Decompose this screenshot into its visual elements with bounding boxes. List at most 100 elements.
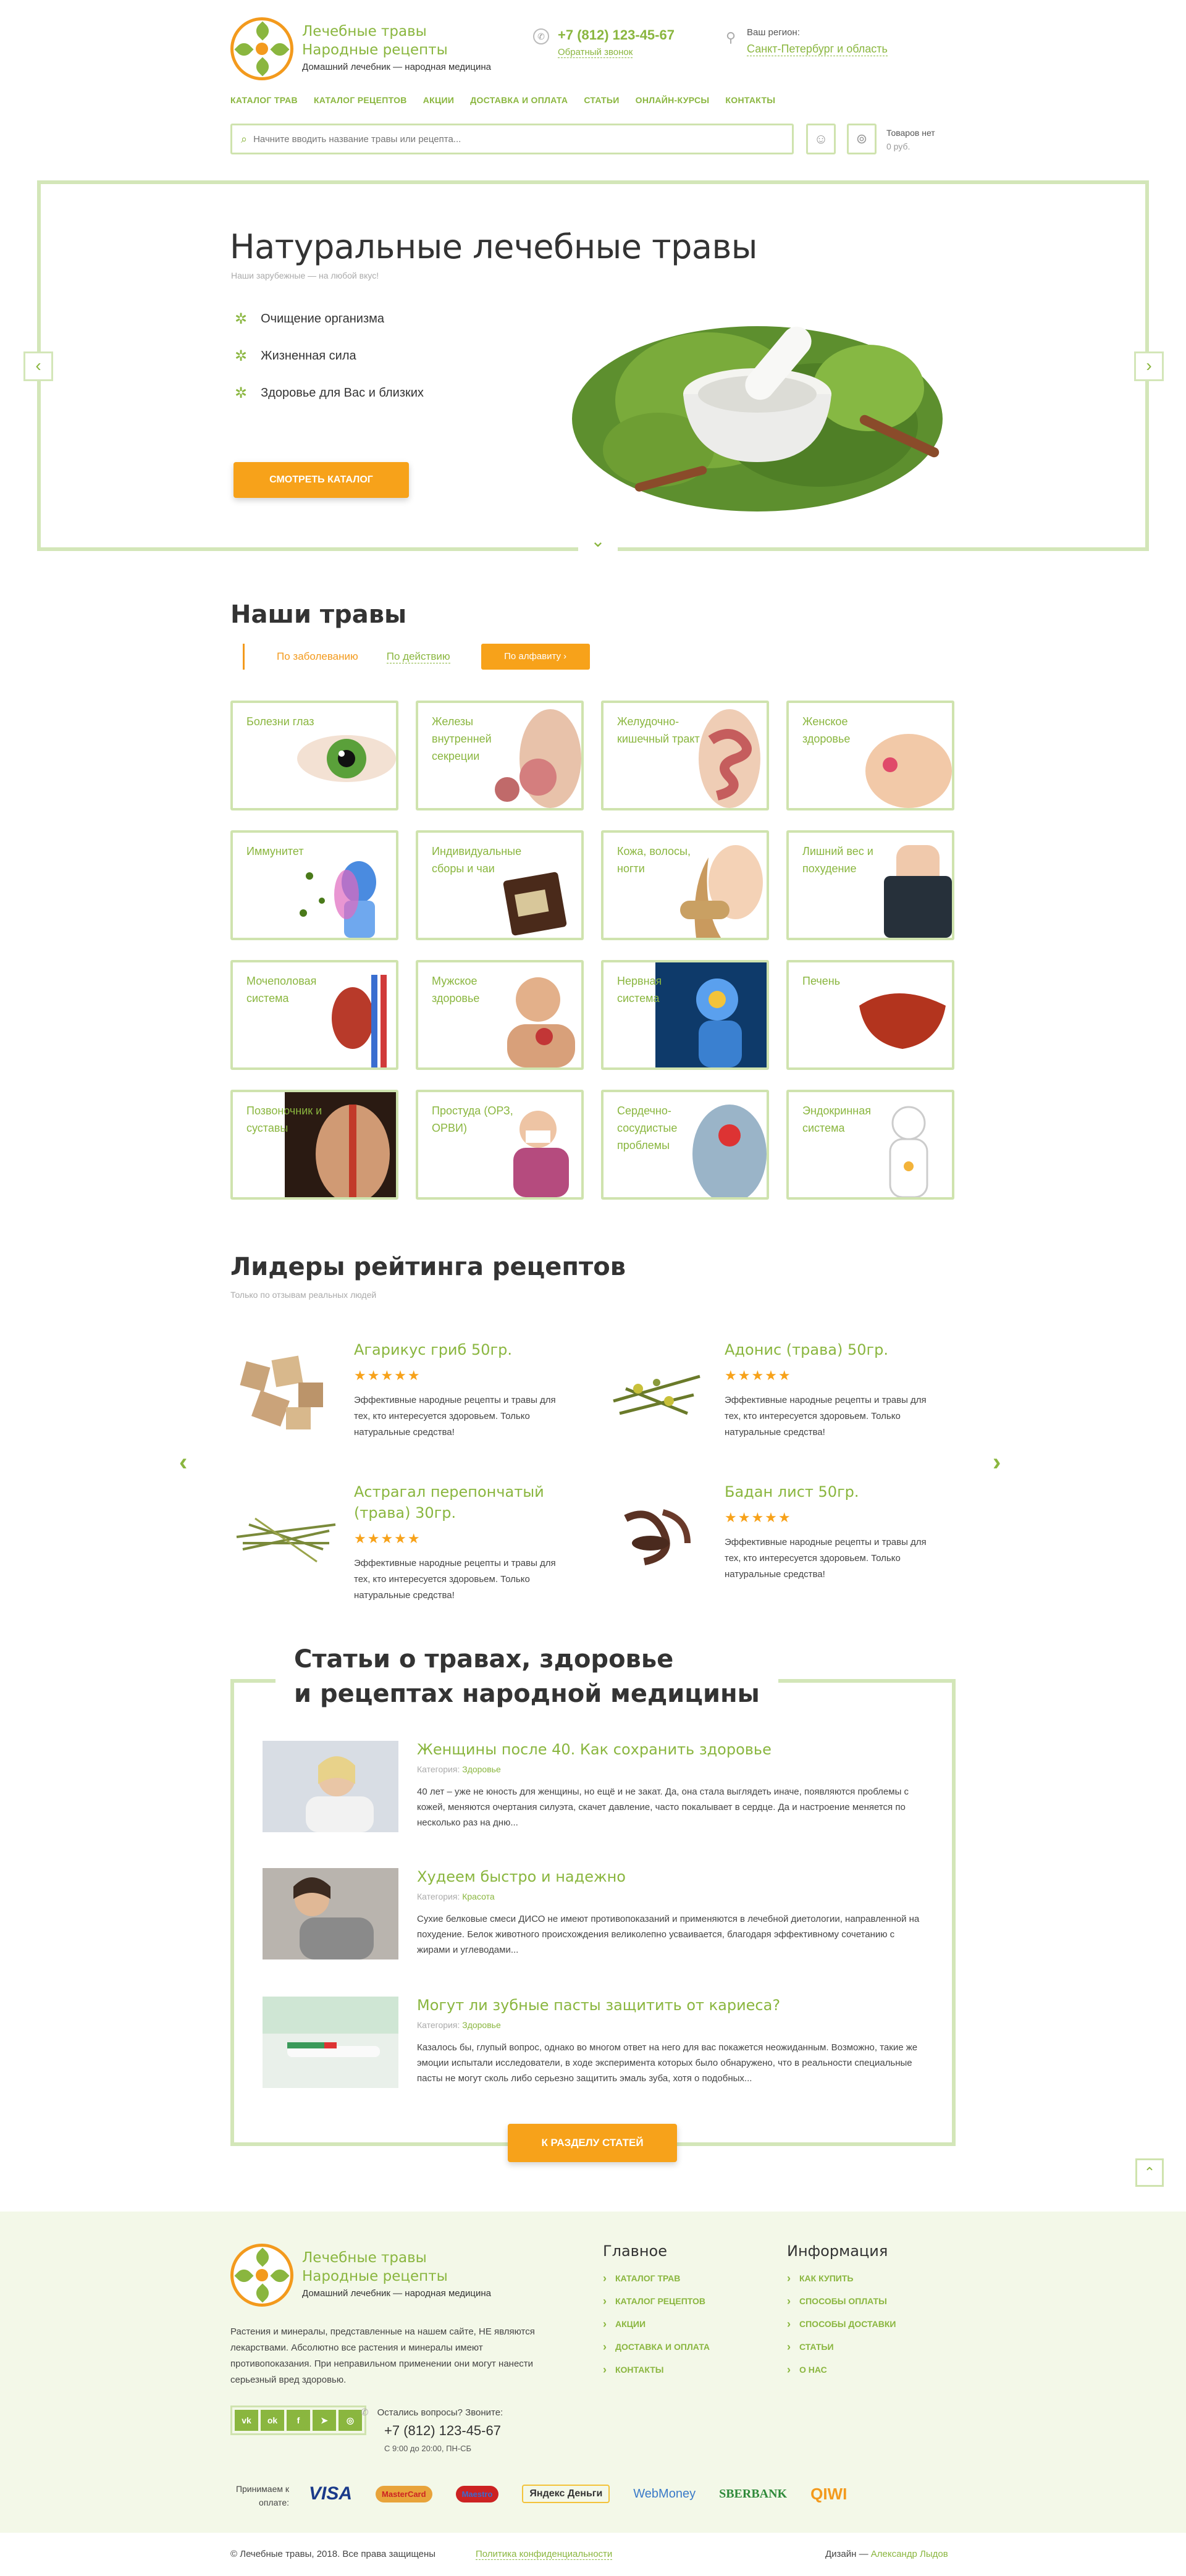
herb-card-mens-health[interactable]: Мужское здоровье (416, 960, 584, 1070)
herb-card-herbal-teas[interactable]: Индивидуальные сборы и чаи (416, 830, 584, 940)
nav-item-contacts[interactable]: КОНТАКТЫ (725, 95, 775, 105)
footer-link[interactable]: СПОСОБЫ ОПЛАТЫ (787, 2295, 896, 2308)
leader-name[interactable]: Бадан лист 50гр. (725, 1481, 935, 1502)
herb-card-digestive-tract[interactable]: Желудочно-кишечный тракт (601, 701, 769, 810)
hero-next-button[interactable]: › (1134, 351, 1164, 381)
herb-card-immunity[interactable]: Иммунитет (230, 830, 398, 940)
leaders-prev-chevron-icon[interactable]: ‹ (179, 1449, 187, 1476)
article-category-link[interactable]: Здоровье (462, 1764, 501, 1774)
footer-link[interactable]: АКЦИИ (603, 2318, 710, 2331)
tab-by-action[interactable]: По действию (386, 650, 450, 663)
articles-section-button[interactable]: К РАЗДЕЛУ СТАТЕЙ (508, 2124, 677, 2162)
leader-name[interactable]: Адонис (трава) 50гр. (725, 1339, 935, 1360)
article-item[interactable]: Могут ли зубные пасты защитить от кариес… (263, 1997, 930, 2095)
search-icon[interactable]: ⌕ (241, 133, 247, 146)
herb-card-cardiovascular[interactable]: Сердечно-сосудистые проблемы (601, 1090, 769, 1200)
leader-item[interactable]: Агарикус гриб 50гр. ★★★★★ Эффективные на… (230, 1339, 556, 1463)
articles-section-title: Статьи о травах, здоровье и рецептах наро… (275, 1642, 778, 1711)
herb-card-endocrine-glands[interactable]: Железы внутренней секреции (416, 701, 584, 810)
leader-name[interactable]: Астрагал перепончатый (трава) 30гр. (354, 1481, 564, 1523)
article-item[interactable]: Женщины после 40. Как сохранить здоровье… (263, 1741, 930, 1840)
herb-card-eyes[interactable]: Болезни глаз (230, 701, 398, 810)
hero-bullets: ✲ Очищение организма ✲ Жизненная сила ✲ Здо… (235, 300, 424, 411)
hero-prev-button[interactable]: ‹ (23, 351, 53, 381)
footer-link[interactable]: О НАС (787, 2363, 896, 2376)
maestro-logo: Maestro (455, 2485, 499, 2502)
logo-title-2: Народные рецепты (302, 42, 448, 58)
view-catalog-button[interactable]: СМОТРЕТЬ КАТАЛОГ (233, 462, 409, 498)
leader-item[interactable]: Бадан лист 50гр. ★★★★★ Эффективные народ… (601, 1481, 927, 1605)
tab-alphabetical-button[interactable]: По алфавиту › (481, 644, 590, 670)
article-title[interactable]: Женщины после 40. Как сохранить здоровье (417, 1741, 772, 1758)
account-icon[interactable]: ☺ (806, 124, 836, 154)
footer-link[interactable]: КОНТАКТЫ (603, 2363, 710, 2376)
article-title[interactable]: Худеем быстро и надежно (417, 1868, 626, 1885)
hero-slider: Натуральные лечебные травы Наши зарубежн… (23, 180, 1164, 554)
hero-bullet: ✲ Здоровье для Вас и близких (235, 384, 424, 402)
leader-item[interactable]: Астрагал перепончатый (трава) 30гр. ★★★★… (230, 1481, 556, 1605)
cart-sum: 0 руб. (886, 141, 911, 151)
footer-logo-title-2: Народные рецепты (302, 2268, 448, 2284)
herb-card-endocrine-system[interactable]: Эндокринная система (786, 1090, 954, 1200)
footer-info-links: Информация КАК КУПИТЬ СПОСОБЫ ОПЛАТЫ СПО… (787, 2242, 896, 2388)
nav-item-courses[interactable]: ОНЛАЙН-КУРСЫ (636, 95, 710, 105)
rating-stars: ★★★★★ (725, 1368, 792, 1383)
leader-item[interactable]: Адонис (трава) 50гр. ★★★★★ Эффективные н… (601, 1339, 927, 1463)
nav-item-recipe-catalog[interactable]: КАТАЛОГ РЕЦЕПТОВ (314, 95, 407, 105)
region-select[interactable]: Санкт-Петербург и область (747, 43, 888, 56)
region-block: ⚲ Ваш регион: Санкт-Петербург и область (726, 27, 888, 56)
leaders-next-chevron-icon[interactable]: › (993, 1449, 1001, 1476)
herb-card-weight-loss[interactable]: Лишний вес и похудение (786, 830, 954, 940)
search-input[interactable] (253, 133, 748, 145)
herb-card-spine-joints[interactable]: Позвоночник и суставы (230, 1090, 398, 1200)
article-thumbnail-woman (263, 1741, 398, 1832)
vk-icon[interactable]: vk (235, 2410, 258, 2431)
footer-link[interactable]: КАТАЛОГ РЕЦЕПТОВ (603, 2295, 710, 2308)
callback-link[interactable]: Обратный звонок (558, 47, 633, 58)
header-phone[interactable]: +7 (812) 123-45-67 (558, 27, 675, 43)
phone-icon: ✆ (533, 28, 549, 44)
leader-description: Эффективные народные рецепты и травы для… (725, 1395, 927, 1437)
nav-item-promotions[interactable]: АКЦИИ (423, 95, 455, 105)
privacy-policy-link[interactable]: Политика конфиденциальности (476, 2549, 613, 2560)
article-category: Категория: Здоровье (417, 2020, 501, 2030)
herb-card-urogenital[interactable]: Мочеполовая система (230, 960, 398, 1070)
yandex-money-logo: Яндекс Деньги (522, 2485, 610, 2503)
logo[interactable]: Лечебные травы Народные рецепты Домашний… (230, 17, 491, 80)
herb-card-cold-flu[interactable]: Простуда (ОРЗ, ОРВИ) (416, 1090, 584, 1200)
footer-link[interactable]: СТАТЬИ (787, 2341, 896, 2354)
herb-card-skin-hair-nails[interactable]: Кожа, волосы, ногти (601, 830, 769, 940)
footer-logo[interactable]: Лечебные травы Народные рецепты Домашний… (230, 2244, 491, 2307)
scroll-down-chevron-icon[interactable]: ⌄ (578, 529, 618, 554)
article-category-link[interactable]: Здоровье (462, 2020, 501, 2030)
cart-icon[interactable]: ⊚ (847, 124, 877, 154)
designer-link[interactable]: Александр Лыдов (871, 2549, 948, 2559)
telegram-icon[interactable]: ➤ (313, 2410, 336, 2431)
leaf-bullet-icon: ✲ (235, 310, 248, 327)
cart-summary[interactable]: Товаров нет 0 руб. (886, 126, 935, 153)
leader-name[interactable]: Агарикус гриб 50гр. (354, 1339, 564, 1360)
herb-card-liver[interactable]: Печень (786, 960, 954, 1070)
footer-link[interactable]: КАК КУПИТЬ (787, 2272, 896, 2285)
footer-link[interactable]: ДОСТАВКА И ОПЛАТА (603, 2341, 710, 2354)
facebook-icon[interactable]: f (287, 2410, 310, 2431)
nav-item-delivery[interactable]: ДОСТАВКА И ОПЛАТА (470, 95, 568, 105)
footer-phone[interactable]: +7 (812) 123-45-67 (384, 2423, 503, 2439)
region-label: Ваш регион: (747, 27, 800, 38)
nav-item-articles[interactable]: СТАТЬИ (584, 95, 619, 105)
article-category-link[interactable]: Красота (462, 1892, 494, 1901)
hero-title: Натуральные лечебные травы (230, 227, 757, 266)
footer: Лечебные травы Народные рецепты Домашний… (0, 2212, 1186, 2533)
scroll-to-top-chevron-icon[interactable]: ⌃ (1135, 2158, 1164, 2187)
nav-item-herb-catalog[interactable]: КАТАЛОГ ТРАВ (230, 95, 298, 105)
tab-by-disease[interactable]: По заболеванию (243, 644, 358, 670)
footer-link[interactable]: КАТАЛОГ ТРАВ (603, 2272, 710, 2285)
footer-link[interactable]: СПОСОБЫ ДОСТАВКИ (787, 2318, 896, 2331)
article-item[interactable]: Худеем быстро и надежно Категория: Красо… (263, 1868, 930, 1967)
herb-card-womens-health[interactable]: Женское здоровье (786, 701, 954, 810)
herb-card-nervous-system[interactable]: Нервная система (601, 960, 769, 1070)
article-title[interactable]: Могут ли зубные пасты защитить от кариес… (417, 1997, 780, 2014)
logo-icon (230, 17, 293, 80)
odnoklassniki-icon[interactable]: ok (261, 2410, 284, 2431)
instagram-icon[interactable]: ◎ (339, 2410, 362, 2431)
